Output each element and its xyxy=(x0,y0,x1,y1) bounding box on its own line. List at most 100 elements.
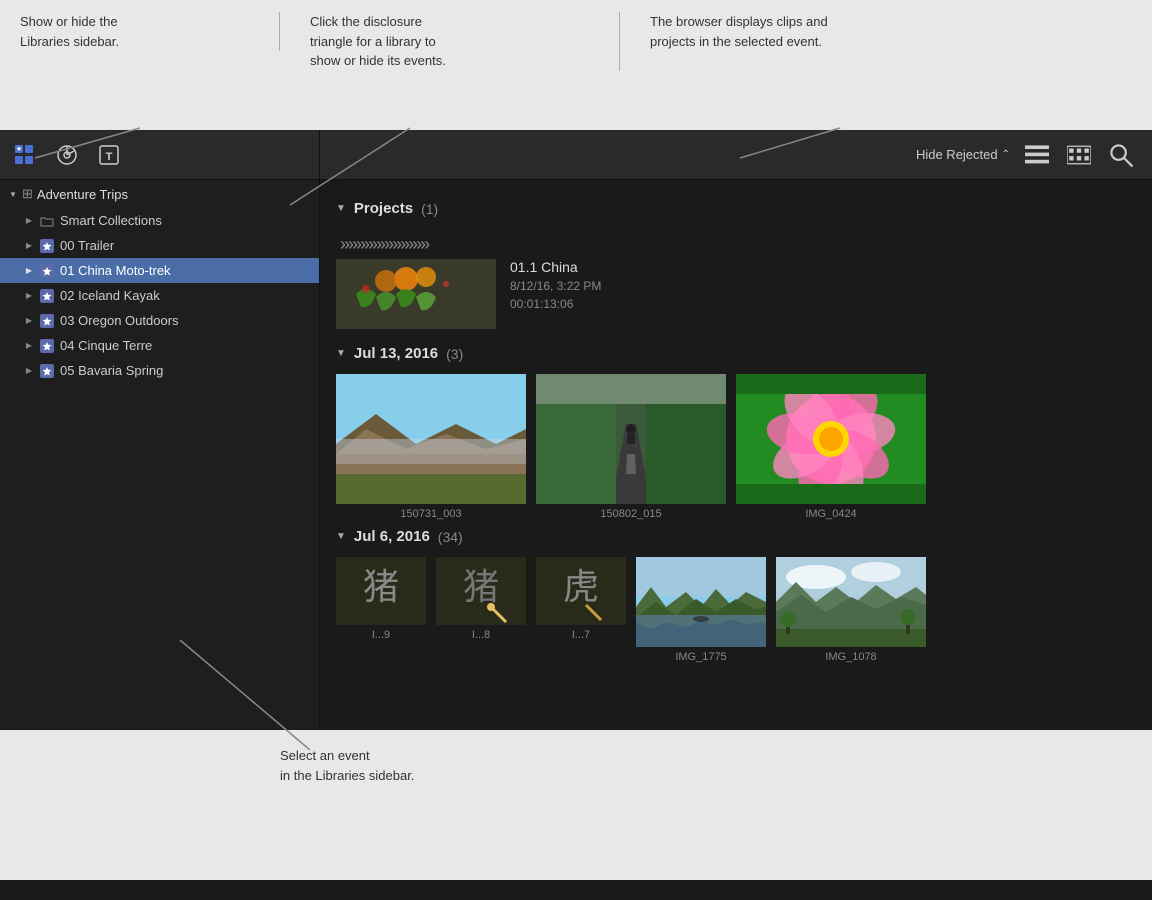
bottom-annotation-text: Select an eventin the Libraries sidebar. xyxy=(280,746,414,785)
toolbar-right: Hide Rejected ⌃ xyxy=(320,140,1152,170)
star-badge xyxy=(40,339,54,353)
jul13-title: Jul 13, 2016 xyxy=(354,345,438,362)
project-thumbnail: »»»»»»»»»»» xyxy=(336,229,496,329)
sidebar-item-03-oregon[interactable]: ▶ 03 Oregon Outdoors xyxy=(0,308,319,333)
item-label: Smart Collections xyxy=(60,213,162,228)
library-disclosure-triangle[interactable]: ▼ xyxy=(8,189,18,199)
clip-label: IMG_1775 xyxy=(675,651,726,663)
item-triangle[interactable]: ▶ xyxy=(24,316,34,326)
sidebar-item-01-china[interactable]: ▶ 01 China Moto-trek xyxy=(0,258,319,283)
project-image xyxy=(336,259,496,329)
item-triangle[interactable]: ▶ xyxy=(24,216,34,226)
clip-item-img0424[interactable]: IMG_0424 xyxy=(736,374,926,520)
svg-text:★: ★ xyxy=(16,145,22,153)
projects-count: (1) xyxy=(421,201,438,217)
clip-item-small-1[interactable]: 猪 I...9 xyxy=(336,557,426,663)
sidebar: ▼ ⊞ Adventure Trips ▶ Smart Collections … xyxy=(0,180,320,750)
library-name: Adventure Trips xyxy=(37,187,128,202)
filmstrip-icon[interactable] xyxy=(1064,140,1094,170)
list-view-icon[interactable] xyxy=(1022,140,1052,170)
sidebar-item-05-bavaria[interactable]: ▶ 05 Bavaria Spring xyxy=(0,358,319,383)
clip-item-small-2[interactable]: 猪 I...8 xyxy=(436,557,526,663)
item-label: 05 Bavaria Spring xyxy=(60,363,163,378)
item-label: 00 Trailer xyxy=(60,238,114,253)
sidebar-item-smart-collections[interactable]: ▶ Smart Collections xyxy=(0,208,319,233)
item-label: 03 Oregon Outdoors xyxy=(60,313,179,328)
jul13-count: (3) xyxy=(446,346,463,362)
project-date: 8/12/16, 3:22 PM xyxy=(510,279,601,293)
star-badge xyxy=(40,314,54,328)
clip-item-img1775[interactable]: IMG_1775 xyxy=(636,557,766,663)
library-grid-icon: ⊞ xyxy=(22,186,33,202)
item-label: 01 China Moto-trek xyxy=(60,263,171,278)
item-label: 04 Cinque Terre xyxy=(60,338,152,353)
jul6-title: Jul 6, 2016 xyxy=(354,528,430,545)
clip-thumbnail xyxy=(636,557,766,647)
content-area: ▼ ⊞ Adventure Trips ▶ Smart Collections … xyxy=(0,180,1152,750)
jul13-section-header: ▼ Jul 13, 2016 (3) xyxy=(336,345,1136,362)
annotation-libraries: Show or hide theLibraries sidebar. xyxy=(0,12,280,51)
libraries-icon[interactable]: ★ xyxy=(10,140,40,170)
clip-item-small-3[interactable]: 虎 I...7 xyxy=(536,557,626,663)
item-label: 02 Iceland Kayak xyxy=(60,288,160,303)
jul6-section-header: ▼ Jul 6, 2016 (34) xyxy=(336,528,1136,545)
clip-label: IMG_0424 xyxy=(805,508,856,520)
clip-label: 150802_015 xyxy=(600,508,661,520)
item-triangle[interactable]: ▶ xyxy=(24,266,34,276)
music-icon[interactable] xyxy=(52,140,82,170)
clip-label: IMG_1078 xyxy=(825,651,876,663)
jul13-triangle[interactable]: ▼ xyxy=(336,348,346,359)
hide-rejected-button[interactable]: Hide Rejected ⌃ xyxy=(916,147,1010,162)
clip-item-150731[interactable]: 150731_003 xyxy=(336,374,526,520)
bottom-annotation: Select an eventin the Libraries sidebar. xyxy=(0,730,1152,880)
projects-section-header: ▼ Projects (1) xyxy=(336,200,1136,217)
project-name: 01.1 China xyxy=(510,259,601,275)
clip-thumbnail xyxy=(776,557,926,647)
svg-text:猪: 猪 xyxy=(363,567,399,607)
star-badge xyxy=(40,239,54,253)
chevron-overlay: »»»»»»»»»»» xyxy=(336,229,496,259)
item-triangle[interactable]: ▶ xyxy=(24,341,34,351)
clip-label: I...9 xyxy=(372,629,390,641)
annotation-disclosure: Click the disclosuretriangle for a libra… xyxy=(280,12,620,71)
clip-thumbnail: 猪 xyxy=(336,557,426,625)
item-triangle[interactable]: ▶ xyxy=(24,241,34,251)
app-container: ★ T Hide Rejected ⌃ xyxy=(0,130,1152,750)
jul6-clip-grid: 猪 I...9 猪 I...8 xyxy=(336,557,1136,663)
clip-item-img1078[interactable]: IMG_1078 xyxy=(776,557,926,663)
star-badge xyxy=(40,364,54,378)
svg-text:T: T xyxy=(106,151,113,163)
projects-triangle[interactable]: ▼ xyxy=(336,203,346,214)
svg-text:猪: 猪 xyxy=(463,567,499,607)
search-icon[interactable] xyxy=(1106,140,1136,170)
clip-thumbnail: 虎 xyxy=(536,557,626,625)
project-info: 01.1 China 8/12/16, 3:22 PM 00:01:13:06 xyxy=(510,229,601,311)
clip-item-150802[interactable]: 150802_015 xyxy=(536,374,726,520)
projects-title: Projects xyxy=(354,200,413,217)
top-annotations: Show or hide theLibraries sidebar. Click… xyxy=(0,0,1152,130)
sidebar-item-04-cinque[interactable]: ▶ 04 Cinque Terre xyxy=(0,333,319,358)
item-triangle[interactable]: ▶ xyxy=(24,291,34,301)
sidebar-item-00-trailer[interactable]: ▶ 00 Trailer xyxy=(0,233,319,258)
chevron-up-icon: ⌃ xyxy=(1002,149,1010,160)
svg-text:虎: 虎 xyxy=(563,567,599,607)
chevron-marks: »»»»»»»»»»» xyxy=(340,234,428,255)
toolbar-left: ★ T xyxy=(0,130,320,179)
folder-icon xyxy=(40,214,54,228)
jul13-clip-grid: 150731_003 xyxy=(336,374,1136,520)
sidebar-library-adventure-trips[interactable]: ▼ ⊞ Adventure Trips xyxy=(0,180,319,208)
star-badge xyxy=(40,289,54,303)
clip-label: I...7 xyxy=(572,629,590,641)
clip-thumbnail xyxy=(336,374,526,504)
jul6-triangle[interactable]: ▼ xyxy=(336,531,346,542)
clip-thumbnail: 猪 xyxy=(436,557,526,625)
titles-icon[interactable]: T xyxy=(94,140,124,170)
sidebar-item-02-iceland[interactable]: ▶ 02 Iceland Kayak xyxy=(0,283,319,308)
star-badge xyxy=(40,264,54,278)
toolbar: ★ T Hide Rejected ⌃ xyxy=(0,130,1152,180)
clip-thumbnail xyxy=(536,374,726,504)
item-triangle[interactable]: ▶ xyxy=(24,366,34,376)
project-item-china[interactable]: »»»»»»»»»»» xyxy=(336,229,1136,329)
clip-label: I...8 xyxy=(472,629,490,641)
browser: ▼ Projects (1) »»»»»»»»»»» xyxy=(320,180,1152,750)
